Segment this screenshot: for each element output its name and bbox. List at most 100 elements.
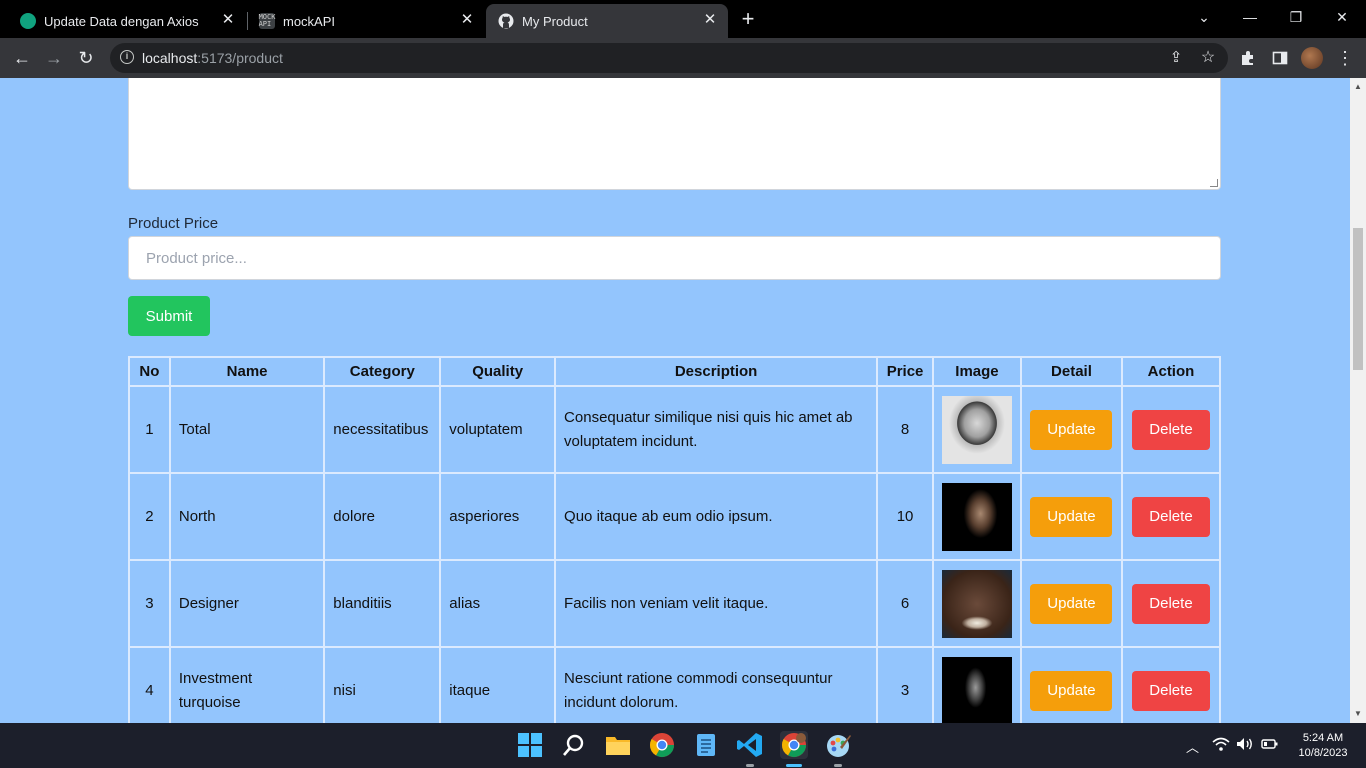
back-icon[interactable]: ← xyxy=(10,46,34,70)
cell-action: Delete xyxy=(1120,385,1222,474)
page-viewport: Product Price Submit No Name Category Qu… xyxy=(0,78,1350,723)
tab-search-icon[interactable]: ⌄ xyxy=(1190,6,1218,30)
cell-name: Investment turquoise xyxy=(168,646,326,723)
reload-icon[interactable]: ↻ xyxy=(74,46,98,70)
battery-icon[interactable] xyxy=(1261,737,1279,754)
notepad-icon[interactable] xyxy=(692,731,720,759)
clock-time: 5:24 AM xyxy=(1302,732,1344,744)
header-image: Image xyxy=(931,356,1022,387)
cell-category: blanditiis xyxy=(323,559,442,648)
cell-detail: Update xyxy=(1019,472,1123,561)
cell-category: dolore xyxy=(323,472,442,561)
github-icon xyxy=(498,13,514,29)
cell-no: 1 xyxy=(128,385,171,474)
resize-grip-icon[interactable] xyxy=(1210,179,1218,187)
tray-expand-icon[interactable]: ︿ xyxy=(1186,737,1199,756)
bookmark-star-icon[interactable]: ☆ xyxy=(1196,46,1220,70)
table-header-row: No Name Category Quality Description Pri… xyxy=(128,356,1222,387)
scroll-down-icon[interactable]: ▼ xyxy=(1350,707,1366,721)
delete-button[interactable]: Delete xyxy=(1131,670,1210,711)
profile-avatar[interactable] xyxy=(1301,47,1323,69)
cell-quality: alias xyxy=(439,559,557,648)
cell-image xyxy=(931,559,1022,648)
extensions-icon[interactable] xyxy=(1236,46,1260,70)
running-indicator xyxy=(834,764,842,767)
cell-name: Total xyxy=(168,385,326,474)
cell-action: Delete xyxy=(1120,646,1222,723)
delete-button[interactable]: Delete xyxy=(1131,583,1210,624)
submit-button[interactable]: Submit xyxy=(128,296,210,336)
header-description: Description xyxy=(554,356,879,387)
cell-no: 2 xyxy=(128,472,171,561)
search-icon[interactable] xyxy=(560,731,588,759)
scroll-thumb[interactable] xyxy=(1353,228,1363,370)
mockapi-icon: MOCK API xyxy=(258,13,276,29)
tab-title: My Product xyxy=(522,13,588,29)
minimize-icon[interactable]: — xyxy=(1236,6,1264,30)
cell-price: 8 xyxy=(876,385,934,474)
header-action: Action xyxy=(1120,356,1222,387)
close-icon[interactable]: ✕ xyxy=(459,12,475,28)
update-button[interactable]: Update xyxy=(1030,583,1113,624)
cell-description: Quo itaque ab eum odio ipsum. xyxy=(554,472,879,561)
paint-icon[interactable] xyxy=(824,731,852,759)
header-name: Name xyxy=(168,356,326,387)
clock-date: 10/8/2023 xyxy=(1298,747,1348,759)
tab-update-data[interactable]: Update Data dengan Axios ✕ xyxy=(8,4,246,38)
table-row: 1 Total necessitatibus voluptatem Conseq… xyxy=(128,385,1222,474)
tab-my-product[interactable]: My Product ✕ xyxy=(486,4,728,38)
chrome-profile-icon[interactable] xyxy=(780,731,808,759)
delete-button[interactable]: Delete xyxy=(1131,496,1210,537)
file-explorer-icon[interactable] xyxy=(604,731,632,759)
product-image xyxy=(941,569,1012,638)
cell-detail: Update xyxy=(1019,559,1123,648)
new-tab-icon[interactable]: + xyxy=(736,8,760,32)
header-quality: Quality xyxy=(439,356,557,387)
cell-detail: Update xyxy=(1019,646,1123,723)
side-panel-icon[interactable] xyxy=(1268,46,1292,70)
close-icon[interactable]: ✕ xyxy=(702,12,718,28)
system-clock[interactable]: 5:24 AM 10/8/2023 xyxy=(1290,731,1356,761)
tab-title: Update Data dengan Axios xyxy=(44,13,199,29)
close-window-icon[interactable]: ✕ xyxy=(1328,6,1356,30)
close-icon[interactable]: ✕ xyxy=(220,12,236,28)
price-label: Product Price xyxy=(128,215,219,232)
chatgpt-icon xyxy=(20,13,36,29)
running-indicator xyxy=(746,764,754,767)
wifi-icon[interactable] xyxy=(1212,737,1230,754)
chrome-icon[interactable] xyxy=(648,731,676,759)
cell-category: nisi xyxy=(323,646,442,723)
cell-description: Facilis non veniam velit itaque. xyxy=(554,559,879,648)
restore-icon[interactable]: ❐ xyxy=(1282,6,1310,30)
price-input[interactable] xyxy=(128,236,1221,280)
taskbar: ︿ 5:24 AM 10/8/2023 xyxy=(0,723,1366,768)
cell-action: Delete xyxy=(1120,559,1222,648)
windows-start-icon[interactable] xyxy=(516,731,544,759)
delete-button[interactable]: Delete xyxy=(1131,409,1210,450)
table-row: 4 Investment turquoise nisi itaque Nesci… xyxy=(128,646,1222,723)
scroll-up-icon[interactable]: ▲ xyxy=(1350,80,1366,94)
cell-description: Nesciunt ratione commodi consequuntur in… xyxy=(554,646,879,723)
update-button[interactable]: Update xyxy=(1030,670,1113,711)
cell-quality: asperiores xyxy=(439,472,557,561)
page-scrollbar[interactable]: ▲ ▼ xyxy=(1350,78,1366,723)
url-text[interactable]: localhost:5173/product xyxy=(142,50,283,66)
description-textarea[interactable] xyxy=(128,78,1221,190)
cell-name: Designer xyxy=(168,559,326,648)
header-category: Category xyxy=(323,356,442,387)
tab-mockapi[interactable]: MOCK API mockAPI ✕ xyxy=(247,4,485,38)
update-button[interactable]: Update xyxy=(1030,409,1113,450)
update-button[interactable]: Update xyxy=(1030,496,1113,537)
address-bar[interactable]: i localhost:5173/product ⇪ ☆ xyxy=(110,43,1228,73)
cell-price: 10 xyxy=(876,472,934,561)
vscode-icon[interactable] xyxy=(736,731,764,759)
share-icon[interactable]: ⇪ xyxy=(1164,46,1188,70)
header-detail: Detail xyxy=(1019,356,1123,387)
cell-image xyxy=(931,646,1022,723)
product-image xyxy=(941,395,1012,464)
site-info-icon[interactable]: i xyxy=(120,50,134,64)
header-price: Price xyxy=(876,356,934,387)
forward-icon[interactable]: → xyxy=(42,46,66,70)
menu-kebab-icon[interactable]: ⋮ xyxy=(1333,46,1357,70)
volume-icon[interactable] xyxy=(1236,737,1254,754)
